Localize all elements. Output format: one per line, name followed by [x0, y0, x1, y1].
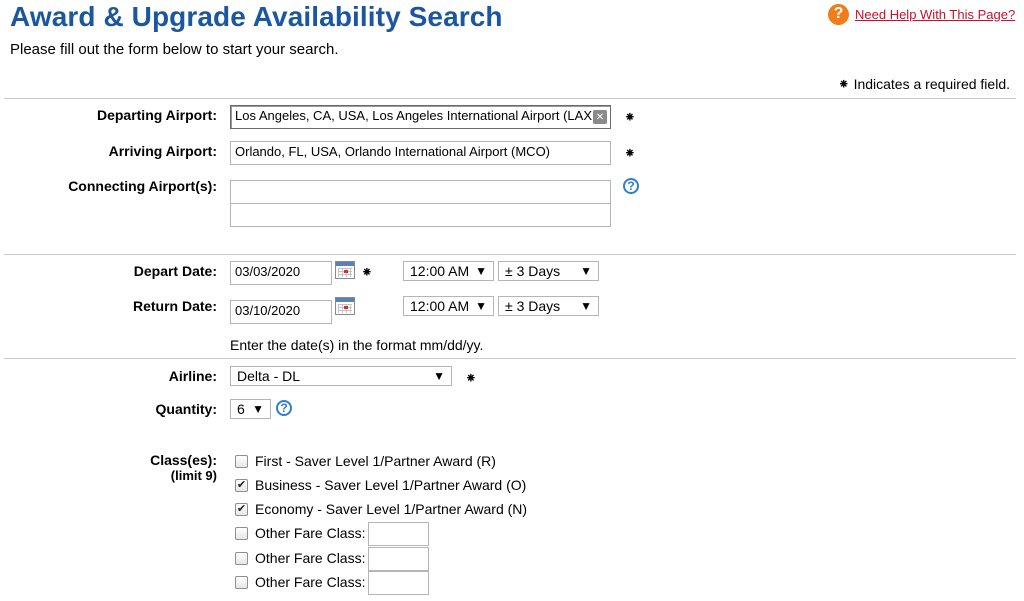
- chevron-down-icon: ▼: [475, 299, 487, 313]
- return-time-select[interactable]: 12:00 AM ▼: [403, 296, 494, 316]
- class-option-business[interactable]: ✔ Business - Saver Level 1/Partner Award…: [235, 477, 526, 493]
- class-checkbox-economy[interactable]: ✔: [235, 502, 248, 516]
- page-subtitle: Please fill out the form below to start …: [10, 41, 339, 58]
- connecting-airport-input-2[interactable]: [230, 203, 611, 227]
- return-range-value: ± 3 Days: [505, 298, 561, 314]
- quantity-select[interactable]: 6 ▼: [230, 399, 271, 419]
- class-option-label: Other Fare Class:: [255, 525, 366, 541]
- chevron-down-icon: ▼: [580, 264, 592, 278]
- class-option-first[interactable]: First - Saver Level 1/Partner Award (R): [235, 453, 496, 469]
- class-option-label: First - Saver Level 1/Partner Award (R): [255, 453, 496, 469]
- class-checkbox-business[interactable]: ✔: [235, 478, 248, 492]
- arriving-airport-label: Arriving Airport:: [108, 143, 217, 159]
- connecting-airport-input-1[interactable]: [230, 180, 611, 204]
- depart-time-select[interactable]: 12:00 AM ▼: [403, 261, 494, 281]
- depart-range-value: ± 3 Days: [505, 263, 561, 279]
- airline-label: Airline:: [168, 368, 217, 384]
- required-note-text: Indicates a required field.: [853, 76, 1010, 92]
- departing-airport-label: Departing Airport:: [96, 107, 217, 123]
- divider: [4, 358, 1016, 359]
- class-checkbox-first[interactable]: [235, 454, 248, 468]
- chevron-down-icon: ▼: [433, 369, 445, 383]
- other-fare-class-input-1[interactable]: [368, 522, 429, 546]
- required-asterisk-icon: ⁕: [624, 145, 636, 161]
- chevron-down-icon: ▼: [475, 264, 487, 278]
- depart-date-label: Depart Date:: [133, 263, 217, 279]
- class-checkbox-other-2[interactable]: [235, 551, 248, 565]
- quantity-label: Quantity:: [155, 401, 217, 417]
- quantity-value: 6: [237, 401, 245, 417]
- required-asterisk-icon: ⁕: [837, 76, 850, 92]
- return-range-select[interactable]: ± 3 Days ▼: [498, 296, 599, 316]
- connecting-help-icon[interactable]: ?: [623, 178, 639, 194]
- return-date-input[interactable]: 03/10/2020: [230, 300, 332, 324]
- required-asterisk-icon: ⁕: [624, 109, 636, 125]
- arriving-airport-input[interactable]: Orlando, FL, USA, Orlando International …: [230, 141, 611, 165]
- chevron-down-icon: ▼: [580, 299, 592, 313]
- departing-airport-value: Los Angeles, CA, USA, Los Angeles Intern…: [235, 108, 592, 123]
- class-option-label: Business - Saver Level 1/Partner Award (…: [255, 477, 527, 493]
- divider: [4, 254, 1016, 255]
- depart-time-value: 12:00 AM: [410, 263, 470, 279]
- date-format-hint: Enter the date(s) in the format mm/dd/yy…: [230, 337, 484, 353]
- class-option-economy[interactable]: ✔ Economy - Saver Level 1/Partner Award …: [235, 501, 527, 517]
- classes-limit-label: (limit 9): [170, 468, 217, 483]
- class-option-other-2[interactable]: Other Fare Class:: [235, 550, 365, 566]
- clear-input-icon[interactable]: ✕: [593, 110, 607, 124]
- airline-select[interactable]: Delta - DL ▼: [230, 366, 452, 386]
- chevron-down-icon: ▼: [252, 402, 264, 416]
- other-fare-class-input-3[interactable]: [368, 571, 429, 595]
- calendar-icon[interactable]: [335, 261, 355, 279]
- help-link-group[interactable]: ? Need Help With This Page?: [828, 2, 1015, 26]
- divider: [4, 98, 1016, 99]
- calendar-icon[interactable]: [335, 297, 355, 315]
- help-link[interactable]: Need Help With This Page?: [855, 7, 1015, 22]
- return-time-value: 12:00 AM: [410, 298, 470, 314]
- return-date-label: Return Date:: [132, 298, 217, 314]
- class-option-other-3[interactable]: Other Fare Class:: [235, 574, 365, 590]
- arriving-airport-value: Orlando, FL, USA, Orlando International …: [235, 144, 551, 159]
- quantity-help-icon[interactable]: ?: [276, 400, 292, 416]
- connecting-airports-label: Connecting Airport(s):: [68, 178, 217, 194]
- page-title: Award & Upgrade Availability Search: [10, 1, 503, 32]
- required-field-note: ⁕ Indicates a required field.: [838, 76, 1010, 92]
- classes-label: Class(es):: [150, 452, 217, 468]
- class-option-label: Other Fare Class:: [255, 574, 366, 590]
- departing-airport-input[interactable]: Los Angeles, CA, USA, Los Angeles Intern…: [230, 105, 611, 129]
- other-fare-class-input-2[interactable]: [368, 547, 429, 571]
- class-option-label: Economy - Saver Level 1/Partner Award (N…: [255, 501, 528, 517]
- class-checkbox-other-3[interactable]: [235, 575, 248, 589]
- class-checkbox-other-1[interactable]: [235, 526, 248, 540]
- class-option-label: Other Fare Class:: [255, 550, 366, 566]
- depart-date-input[interactable]: 03/03/2020: [230, 261, 332, 285]
- required-asterisk-icon: ⁕: [361, 264, 373, 280]
- help-icon[interactable]: ?: [828, 3, 849, 25]
- depart-range-select[interactable]: ± 3 Days ▼: [498, 261, 599, 281]
- required-asterisk-icon: ⁕: [465, 370, 477, 386]
- class-option-other-1[interactable]: Other Fare Class:: [235, 525, 365, 541]
- airline-value: Delta - DL: [237, 368, 301, 384]
